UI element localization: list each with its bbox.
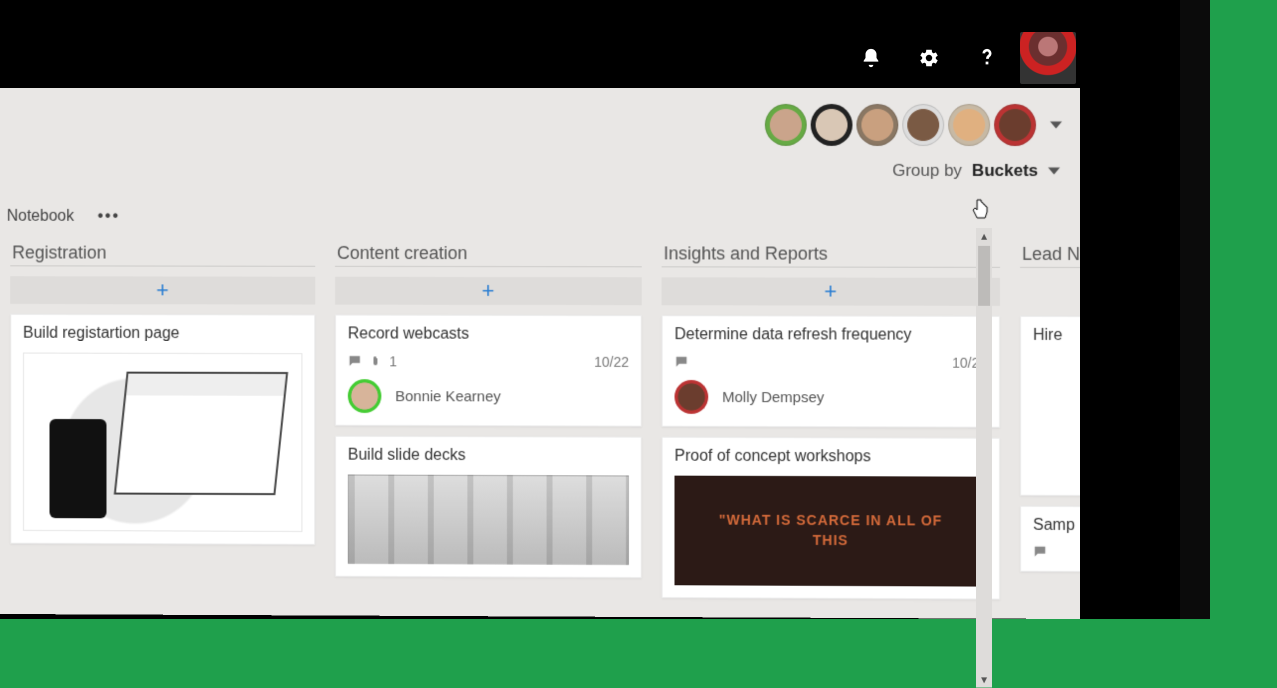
bucket-title[interactable]: Lead N [1020,238,1080,268]
task-assignee: Molly Dempsey [675,380,988,415]
scrollbar-thumb[interactable] [978,246,990,306]
bell-icon [860,47,882,69]
task-card[interactable]: Build registartion page [10,314,315,545]
plan-header [0,98,1080,152]
more-menu[interactable]: ••• [98,208,120,226]
attachment-icon [370,354,382,368]
notifications-button[interactable] [842,29,900,87]
task-assignee: Bonnie Kearney [348,379,629,414]
bucket-title[interactable]: Content creation [335,237,642,267]
quote-text: "WHAT IS SCARCE IN ALL OF THIS [705,511,956,551]
groupby-value: Buckets [972,161,1038,181]
groupby-control[interactable]: Group by Buckets [892,161,1060,181]
comment-icon [348,354,362,368]
task-preview-image: "WHAT IS SCARCE IN ALL OF THIS [675,476,988,587]
plan-subbar: ts Notebook ••• [0,199,1080,236]
monitor-frame: aign Group by Buckets ts Notebook ••• [0,0,1210,619]
task-card[interactable]: Proof of concept workshops "WHAT IS SCAR… [662,437,1000,600]
task-title: Build registartion page [23,325,302,343]
comment-icon [675,355,689,369]
member-avatar[interactable] [902,104,944,146]
add-task-button[interactable]: + [662,277,1000,306]
settings-button[interactable] [900,29,958,87]
task-title: Hire [1033,327,1080,345]
add-task-button[interactable]: + [335,277,642,305]
bucket-column-lead: Lead N Hire Samp [1020,238,1080,619]
task-title: Proof of concept workshops [675,448,988,467]
app-surface: aign Group by Buckets ts Notebook ••• [0,88,1080,619]
member-avatar[interactable] [765,104,807,146]
task-card[interactable]: Determine data refresh frequency 10/22 M… [662,315,1000,428]
chevron-down-icon [1048,165,1060,177]
help-button[interactable] [958,29,1016,87]
current-user-avatar[interactable] [1016,29,1080,87]
assignee-name: Molly Dempsey [722,389,824,406]
assignee-name: Bonnie Kearney [395,388,501,405]
bucket-title[interactable]: Insights and Reports [662,237,1000,267]
title-row: aign Group by Buckets [0,147,1080,194]
member-avatar[interactable] [994,104,1036,146]
chevron-down-icon [1050,119,1062,131]
member-avatar[interactable] [948,104,990,146]
task-title: Samp [1033,517,1080,535]
task-card[interactable]: Samp [1020,506,1080,572]
task-card[interactable]: Record webcasts 1 10/22 Bonnie Kearney [335,315,642,427]
members-dropdown[interactable] [1050,119,1062,131]
scroll-down-icon[interactable]: ▾ [976,671,992,687]
member-avatars[interactable] [765,104,1062,146]
system-topbar [842,28,1080,88]
avatar-icon [1020,32,1076,84]
question-icon [976,47,998,69]
groupby-label: Group by [892,161,962,181]
task-meta: 10/22 [675,354,988,371]
task-meta: 1 10/22 [348,353,629,370]
attachment-count: 1 [389,353,397,369]
assignee-avatar [675,380,709,414]
tab-notebook[interactable]: Notebook [7,208,74,226]
bucket-column-registration: Registration + Build registartion page [10,237,315,616]
task-title: Record webcasts [348,325,629,344]
task-title: Build slide decks [348,447,629,466]
assignee-avatar [348,379,382,413]
task-preview-image [348,475,629,566]
member-avatar[interactable] [856,104,898,146]
task-due: 10/22 [594,354,629,370]
task-title: Determine data refresh frequency [675,326,988,345]
gear-icon [918,47,940,69]
task-card[interactable]: Build slide decks [335,436,642,578]
task-card[interactable]: Hire [1020,316,1080,496]
add-task-button[interactable]: + [10,276,315,304]
board: Registration + Build registartion page C… [0,237,1080,619]
member-avatar[interactable] [811,104,853,146]
bucket-title[interactable]: Registration [10,237,315,267]
bucket-column-insights-reports: Insights and Reports + Determine data re… [662,237,1000,618]
scroll-up-icon[interactable]: ▴ [976,228,992,244]
bucket-column-content-creation: Content creation + Record webcasts 1 10/… [335,237,642,617]
task-preview-image [23,353,302,532]
comment-icon [1033,545,1047,559]
